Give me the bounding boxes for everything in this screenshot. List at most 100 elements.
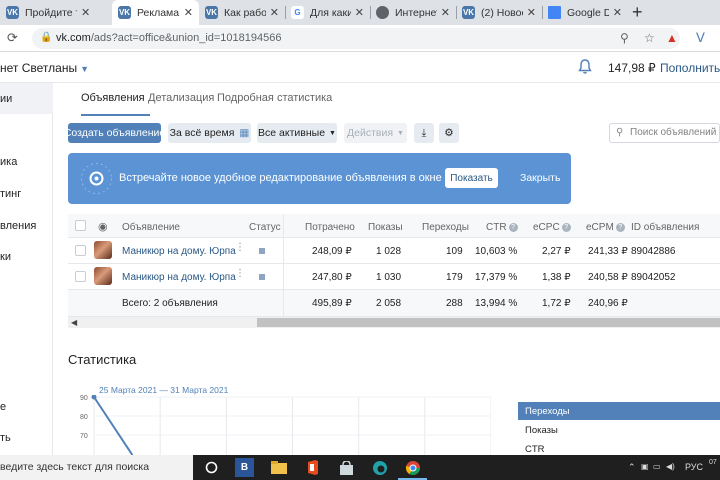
search-input[interactable] xyxy=(630,127,718,138)
sidebar-item-analytics[interactable]: ика xyxy=(0,156,17,168)
cell-ecpc: 2,27 ₽ xyxy=(542,246,571,257)
zoom-icon[interactable]: ⚲ xyxy=(620,31,629,45)
url-text[interactable]: vk.com/ads?act=office&union_id=101819456… xyxy=(56,32,281,44)
col-ecpm[interactable]: eCPM? xyxy=(586,222,625,233)
col-ad[interactable]: Объявление xyxy=(122,222,180,233)
close-banner-link[interactable]: Закрыть xyxy=(520,172,560,184)
col-views[interactable]: Показы xyxy=(368,222,403,233)
table-row[interactable]: Маникюр на дому. Юрпа ⋮ 248,09 ₽ 1 028 1… xyxy=(68,238,720,264)
ad-name-link[interactable]: Маникюр на дому. Юрпа xyxy=(122,272,236,283)
tray-app-icon[interactable]: ▣ xyxy=(641,462,649,471)
cabinet-name: нет Светланы xyxy=(0,61,78,75)
horizontal-scrollbar[interactable]: ◀ xyxy=(68,317,720,328)
sidebar-item-retargeting[interactable]: тинг xyxy=(0,188,21,200)
task-view-icon[interactable] xyxy=(202,458,221,477)
more-icon[interactable]: ⋮ xyxy=(235,268,245,279)
help-icon[interactable]: ? xyxy=(561,223,571,232)
close-icon[interactable]: ✕ xyxy=(270,6,279,19)
stats-date-range[interactable]: 25 Марта 2021 — 31 Марта 2021 xyxy=(99,385,228,395)
sidebar-item-ads[interactable]: ии xyxy=(0,83,53,114)
col-status[interactable]: Статус xyxy=(249,222,281,233)
table-row[interactable]: Маникюр на дому. Юрпа ⋮ 247,80 ₽ 1 030 1… xyxy=(68,264,720,290)
extension-icon[interactable]: ▲ xyxy=(666,31,678,45)
search-box[interactable]: ⚲ xyxy=(609,123,720,143)
browser-tab[interactable]: Интернет-маркетинг ✕ xyxy=(370,0,456,25)
eye-icon[interactable]: ◉ xyxy=(98,220,108,233)
omnibox[interactable]: 🔒 vk.com/ads?act=office&union_id=1018194… xyxy=(32,28,680,49)
close-icon[interactable]: ✕ xyxy=(527,6,536,19)
sidebar-item-settings[interactable]: ки xyxy=(0,251,11,263)
show-button[interactable]: Показать xyxy=(445,168,498,188)
status-icon[interactable] xyxy=(259,274,265,280)
sidebar-item-label: ика xyxy=(0,156,18,168)
sidebar-item-more[interactable]: ть xyxy=(0,432,11,444)
edge-icon[interactable] xyxy=(370,458,389,477)
create-ad-button[interactable]: Создать объявление xyxy=(64,123,165,143)
sidebar-item-notifications[interactable]: вления xyxy=(0,220,36,232)
cell-clicks: 179 xyxy=(446,272,463,283)
scrollbar-thumb[interactable] xyxy=(257,318,720,327)
col-spent[interactable]: Потрачено xyxy=(305,222,355,233)
scroll-left-icon[interactable]: ◀ xyxy=(71,318,77,327)
tab-detailed-stats[interactable]: Подробная статистика xyxy=(217,92,332,104)
close-icon[interactable]: ✕ xyxy=(81,6,90,19)
clock[interactable]: 07 xyxy=(709,459,717,466)
select-all-checkbox[interactable] xyxy=(75,220,86,231)
tab-ads[interactable]: Объявления xyxy=(81,92,145,104)
ad-name-link[interactable]: Маникюр на дому. Юрпа xyxy=(122,246,236,257)
button-label: Создать объявление xyxy=(63,127,166,139)
tray-up-icon[interactable]: ⌃ xyxy=(628,462,636,473)
vk-extension-icon[interactable]: ᐯ xyxy=(696,30,705,46)
battery-icon[interactable]: ▭ xyxy=(653,462,661,471)
chrome-icon[interactable] xyxy=(403,458,422,477)
period-dropdown[interactable]: За всё время ▦ xyxy=(168,123,251,143)
store-icon[interactable] xyxy=(337,458,356,477)
close-icon[interactable]: ✕ xyxy=(441,6,450,19)
legend-item-clicks[interactable]: Переходы xyxy=(518,402,720,420)
close-icon[interactable]: ✕ xyxy=(613,6,622,19)
tab-details[interactable]: Детализация xyxy=(148,92,214,104)
bell-icon[interactable] xyxy=(577,58,593,75)
export-button[interactable]: ⤓ xyxy=(414,123,434,143)
close-icon[interactable]: ✕ xyxy=(184,6,193,19)
col-id[interactable]: ID объявления xyxy=(631,222,699,233)
row-checkbox[interactable] xyxy=(75,245,86,256)
legend-item-views[interactable]: Показы xyxy=(518,421,720,439)
ad-thumbnail xyxy=(94,241,112,259)
chevron-down-icon: ▼ xyxy=(329,129,336,137)
topup-link[interactable]: Пополнить xyxy=(660,61,720,75)
legend-label: Переходы xyxy=(525,406,570,417)
info-banner: Встречайте новое удобное редактирование … xyxy=(68,153,571,204)
close-icon[interactable]: ✕ xyxy=(355,6,364,19)
office-icon[interactable] xyxy=(303,458,322,477)
sidebar-item-other[interactable]: е xyxy=(0,401,6,413)
col-ctr[interactable]: CTR? xyxy=(486,222,518,233)
browser-tab-active[interactable]: VK Реклама ВКонтакте ✕ xyxy=(112,0,199,25)
taskbar-search[interactable]: ведите здесь текст для поиска xyxy=(0,455,193,480)
file-explorer-icon[interactable] xyxy=(269,458,288,477)
help-icon[interactable]: ? xyxy=(615,223,625,232)
browser-tab[interactable]: VK (2) Новости ✕ xyxy=(456,0,542,25)
new-tab-icon[interactable]: + xyxy=(632,2,643,23)
settings-button[interactable]: ⚙ xyxy=(439,123,459,143)
browser-tab[interactable]: Google Docs ✕ xyxy=(542,0,628,25)
status-icon[interactable] xyxy=(259,248,265,254)
help-icon[interactable]: ? xyxy=(508,223,518,232)
actions-dropdown[interactable]: Действия ▼ xyxy=(344,123,407,143)
col-ecpc[interactable]: eCPC? xyxy=(533,222,571,233)
cabinet-selector[interactable]: нет Светланы ▼ xyxy=(0,61,89,75)
browser-tab[interactable]: VK Пройдите тест ✕ xyxy=(0,0,112,25)
more-icon[interactable]: ⋮ xyxy=(235,242,245,253)
filter-dropdown[interactable]: Все активные ▼ xyxy=(257,123,337,143)
col-clicks[interactable]: Переходы xyxy=(422,222,469,233)
language-indicator[interactable]: РУС xyxy=(685,462,703,472)
reload-icon[interactable]: ⟳ xyxy=(7,30,18,46)
browser-tab[interactable]: VK Как работает ✕ xyxy=(199,0,285,25)
col-ecpc-label: eCPC xyxy=(533,222,560,233)
browser-tab[interactable]: G Для каких целей ✕ xyxy=(285,0,370,25)
legend-label: Показы xyxy=(525,425,558,436)
star-icon[interactable]: ☆ xyxy=(644,31,655,45)
row-checkbox[interactable] xyxy=(75,271,86,282)
volume-icon[interactable]: ◀) xyxy=(666,462,675,471)
app-b-icon[interactable]: В xyxy=(235,458,254,477)
